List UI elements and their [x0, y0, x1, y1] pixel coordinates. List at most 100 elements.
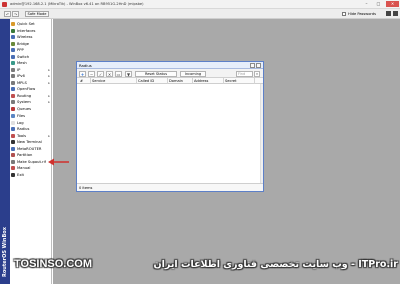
- item-count: 0 items: [79, 186, 93, 190]
- system-icon: [11, 100, 15, 104]
- column-header-called-id[interactable]: Called ID: [138, 79, 154, 83]
- wireless-icon: [11, 35, 15, 39]
- sidebar-item-files[interactable]: Files: [11, 113, 51, 119]
- sidebar-item-partition[interactable]: Partition: [11, 152, 51, 158]
- winbox-app-icon: [2, 2, 7, 7]
- sidebar-item-label: Bridge: [17, 42, 30, 46]
- reset-status-button[interactable]: Reset Status: [135, 71, 177, 77]
- column-header-address[interactable]: Address: [194, 79, 208, 83]
- tools-icon: [11, 134, 15, 138]
- redo-button[interactable]: ↷: [12, 11, 19, 17]
- sidebar-item-new-terminal[interactable]: New Terminal: [11, 139, 51, 145]
- chevron-right-icon: ▸: [48, 68, 50, 72]
- radius-window: Radius + − ✓ ✕ ▭ ▼ Reset Status Incoming…: [76, 61, 264, 192]
- sidebar-item-mesh[interactable]: Mesh: [11, 60, 51, 66]
- metarouter-icon: [11, 147, 15, 151]
- sidebar-item-label: Exit: [17, 173, 24, 177]
- sidebar-item-label: Files: [17, 114, 26, 118]
- chevron-right-icon: ▸: [48, 134, 50, 138]
- radius-icon: [11, 127, 15, 131]
- chevron-right-icon: ▸: [48, 100, 50, 104]
- terminal-icon: [11, 140, 15, 144]
- radius-table-header: # Service Called ID Domain Address Secre…: [77, 78, 263, 84]
- openflow-icon: [11, 87, 15, 91]
- bridge-icon: [11, 42, 15, 46]
- manual-icon: [11, 166, 15, 170]
- enable-icon[interactable]: ✓: [97, 71, 104, 77]
- undo-button[interactable]: ↶: [4, 11, 11, 17]
- files-icon: [11, 114, 15, 118]
- disable-icon[interactable]: ✕: [106, 71, 113, 77]
- column-header-number[interactable]: #: [80, 79, 83, 83]
- close-button[interactable]: ✕: [386, 1, 399, 7]
- sidebar-item-label: IP: [17, 68, 21, 72]
- status-square-icon: [393, 11, 398, 16]
- maximize-button[interactable]: □: [373, 1, 384, 7]
- chevron-right-icon: ▸: [48, 74, 50, 78]
- sidebar-item-quick-set[interactable]: Quick Set: [11, 21, 51, 27]
- routing-icon: [11, 94, 15, 98]
- sidebar-item-ipv6[interactable]: IPv6 ▸: [11, 73, 51, 79]
- sidebar-item-openflow[interactable]: OpenFlow: [11, 86, 51, 92]
- watermark-persian: ITPro.ir - وب سایت تخصصی فناوری اطلاعات …: [153, 258, 398, 270]
- sidebar-item-label: Routing: [17, 94, 32, 98]
- partition-icon: [11, 153, 15, 157]
- incoming-button[interactable]: Incoming: [180, 71, 206, 77]
- undo-icon: ↶: [6, 12, 10, 17]
- copy-icon[interactable]: ▭: [115, 71, 122, 77]
- watermark-banner: TOSINSO.COM ITPro.ir - وب سایت تخصصی فنا…: [14, 255, 398, 273]
- remove-icon[interactable]: −: [88, 71, 95, 77]
- queues-icon: [11, 107, 15, 111]
- sidebar-item-label: Radius: [17, 127, 30, 131]
- chevron-right-icon: ▸: [48, 94, 50, 98]
- find-dropdown-chevron-icon[interactable]: ▾: [254, 71, 260, 77]
- redo-icon: ↷: [14, 12, 18, 17]
- sidebar-item-label: New Terminal: [17, 140, 42, 144]
- radius-window-title: Radius: [79, 63, 92, 68]
- radius-window-close-button[interactable]: [256, 63, 261, 68]
- column-header-secret[interactable]: Secret: [225, 79, 237, 83]
- sidebar-item-label: MPLS: [17, 81, 27, 85]
- window-title: admin@192.168.2.1 (MikroTik) - WinBox v6…: [10, 2, 144, 6]
- sidebar-item-queues[interactable]: Queues: [11, 106, 51, 112]
- column-header-domain[interactable]: Domain: [169, 79, 183, 83]
- radius-window-maximize-button[interactable]: [250, 63, 255, 68]
- ip-icon: [11, 68, 15, 72]
- sidebar-item-system[interactable]: System ▸: [11, 99, 51, 105]
- brand-vertical-text: RouterOS WinBox: [2, 227, 8, 277]
- sidebar-item-label: PPP: [17, 48, 24, 52]
- radius-table-scrollbar[interactable]: [260, 84, 263, 183]
- sidebar-item-label: Partition: [17, 153, 33, 157]
- hide-passwords-checkbox[interactable]: [342, 12, 346, 16]
- sidebar-item-label: Quick Set: [17, 22, 35, 26]
- sidebar-item-label: Interfaces: [17, 29, 36, 33]
- sidebar-item-label: Switch: [17, 55, 30, 59]
- sidebar-item-ppp[interactable]: PPP: [11, 47, 51, 53]
- find-input[interactable]: Find: [236, 71, 253, 77]
- hide-passwords-toggle[interactable]: Hide Passwords: [342, 11, 376, 17]
- minimize-button[interactable]: –: [361, 1, 372, 7]
- sidebar-item-manual[interactable]: Manual: [11, 165, 51, 171]
- sidebar-item-label: Log: [17, 121, 24, 125]
- log-icon: [11, 121, 15, 125]
- sidebar-item-exit[interactable]: Exit: [11, 172, 51, 178]
- switch-icon: [11, 55, 15, 59]
- sidebar-item-wireless[interactable]: Wireless: [11, 34, 51, 40]
- sidebar-item-label: Make Supout.rif: [17, 160, 46, 164]
- add-icon[interactable]: +: [79, 71, 86, 77]
- filter-icon[interactable]: ▼: [125, 71, 132, 77]
- sidebar-item-label: Tools: [17, 134, 27, 138]
- main-toolbar: ↶ ↷ Safe Mode Hide Passwords: [0, 9, 400, 19]
- radius-window-titlebar[interactable]: Radius: [77, 62, 263, 69]
- sidebar-item-label: Wireless: [17, 35, 33, 39]
- hide-passwords-label: Hide Passwords: [348, 12, 376, 16]
- sidebar-menu: Quick Set Interfaces Wireless Bridge PPP Swit…: [10, 19, 52, 284]
- sidebar-item-label: IPv6: [17, 74, 25, 78]
- safe-mode-button[interactable]: Safe Mode: [25, 11, 49, 17]
- sidebar-item-label: System: [17, 100, 31, 104]
- sidebar-item-radius[interactable]: Radius: [11, 126, 51, 132]
- column-header-service[interactable]: Service: [92, 79, 105, 83]
- quickset-icon: [11, 22, 15, 26]
- radius-toolbar: + − ✓ ✕ ▭ ▼ Reset Status Incoming Find ▾: [77, 69, 263, 78]
- ipv6-icon: [11, 74, 15, 78]
